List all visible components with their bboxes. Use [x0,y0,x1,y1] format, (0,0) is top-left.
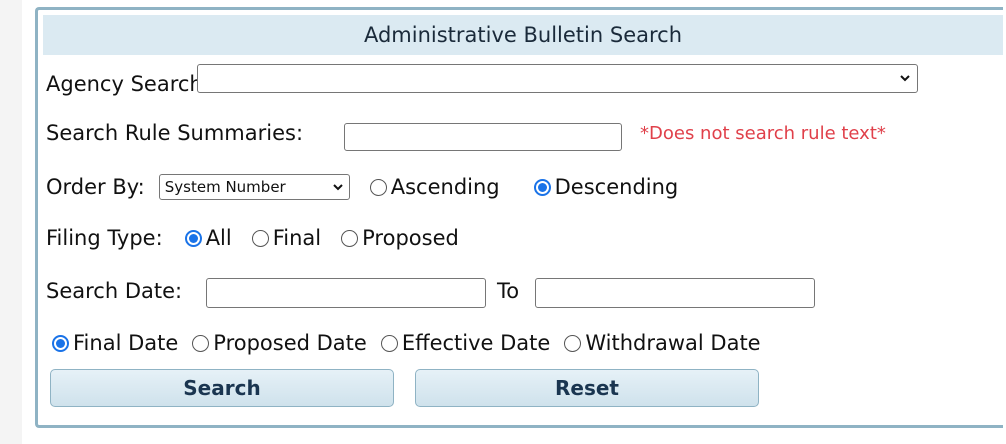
filing-all-radio[interactable] [184,229,202,247]
filing-proposed-radio[interactable] [341,229,359,247]
proposed-date-option[interactable]: Proposed Date [192,331,367,355]
filing-all-option[interactable]: All [184,226,232,250]
order-ascending-option[interactable]: Ascending [369,175,500,199]
final-date-label: Final Date [73,331,179,355]
panel-header: Administrative Bulletin Search [43,15,1003,55]
summaries-row: Search Rule Summaries: [46,121,303,145]
descending-radio[interactable] [533,178,551,196]
withdrawal-date-radio[interactable] [564,334,582,352]
filing-final-radio[interactable] [251,229,269,247]
filing-all-label: All [205,226,232,250]
effective-date-label: Effective Date [401,331,551,355]
effective-date-radio[interactable] [380,334,398,352]
final-date-option[interactable]: Final Date [52,331,178,355]
date-type-row: Final Date Proposed Date Effective Date … [52,331,761,355]
search-button-label: Search [183,376,261,400]
filing-final-option[interactable]: Final [251,226,322,250]
order-label: Order By: [46,175,145,199]
order-select-value: System Number [164,178,286,196]
reset-button[interactable]: Reset [415,369,759,407]
summaries-label: Search Rule Summaries: [46,121,304,145]
summaries-input[interactable] [344,123,622,151]
filing-final-label: Final [272,226,322,250]
summaries-note: *Does not search rule text* [640,123,886,144]
order-row: Order By: System Number Ascending Descen… [46,174,678,200]
chevron-down-icon [333,184,343,191]
effective-date-option[interactable]: Effective Date [380,331,551,355]
order-descending-option[interactable]: Descending [533,175,679,199]
agency-label: Agency Search: [46,72,210,96]
chevron-down-icon [900,75,910,82]
proposed-date-radio[interactable] [192,334,210,352]
reset-button-label: Reset [555,376,619,400]
left-margin [0,0,22,444]
withdrawal-date-option[interactable]: Withdrawal Date [564,331,761,355]
filing-label: Filing Type: [46,226,163,250]
final-date-radio[interactable] [52,334,69,352]
date-to-label: To [497,279,520,303]
withdrawal-date-label: Withdrawal Date [585,331,761,355]
date-label: Search Date: [46,279,183,303]
agency-select[interactable] [197,64,918,93]
date-to-input[interactable] [535,278,815,308]
date-from-input[interactable] [206,278,486,308]
panel-title: Administrative Bulletin Search [363,23,683,47]
ascending-label: Ascending [390,175,500,199]
descending-label: Descending [554,175,679,199]
filing-row: Filing Type: All Final Proposed [46,226,459,250]
agency-row: Agency Search: [46,72,210,96]
ascending-radio[interactable] [369,178,387,196]
date-row: Search Date: [46,279,182,303]
search-button[interactable]: Search [50,369,394,407]
order-select[interactable]: System Number [158,174,350,200]
proposed-date-label: Proposed Date [213,331,367,355]
filing-proposed-option[interactable]: Proposed [341,226,459,250]
filing-proposed-label: Proposed [362,226,459,250]
